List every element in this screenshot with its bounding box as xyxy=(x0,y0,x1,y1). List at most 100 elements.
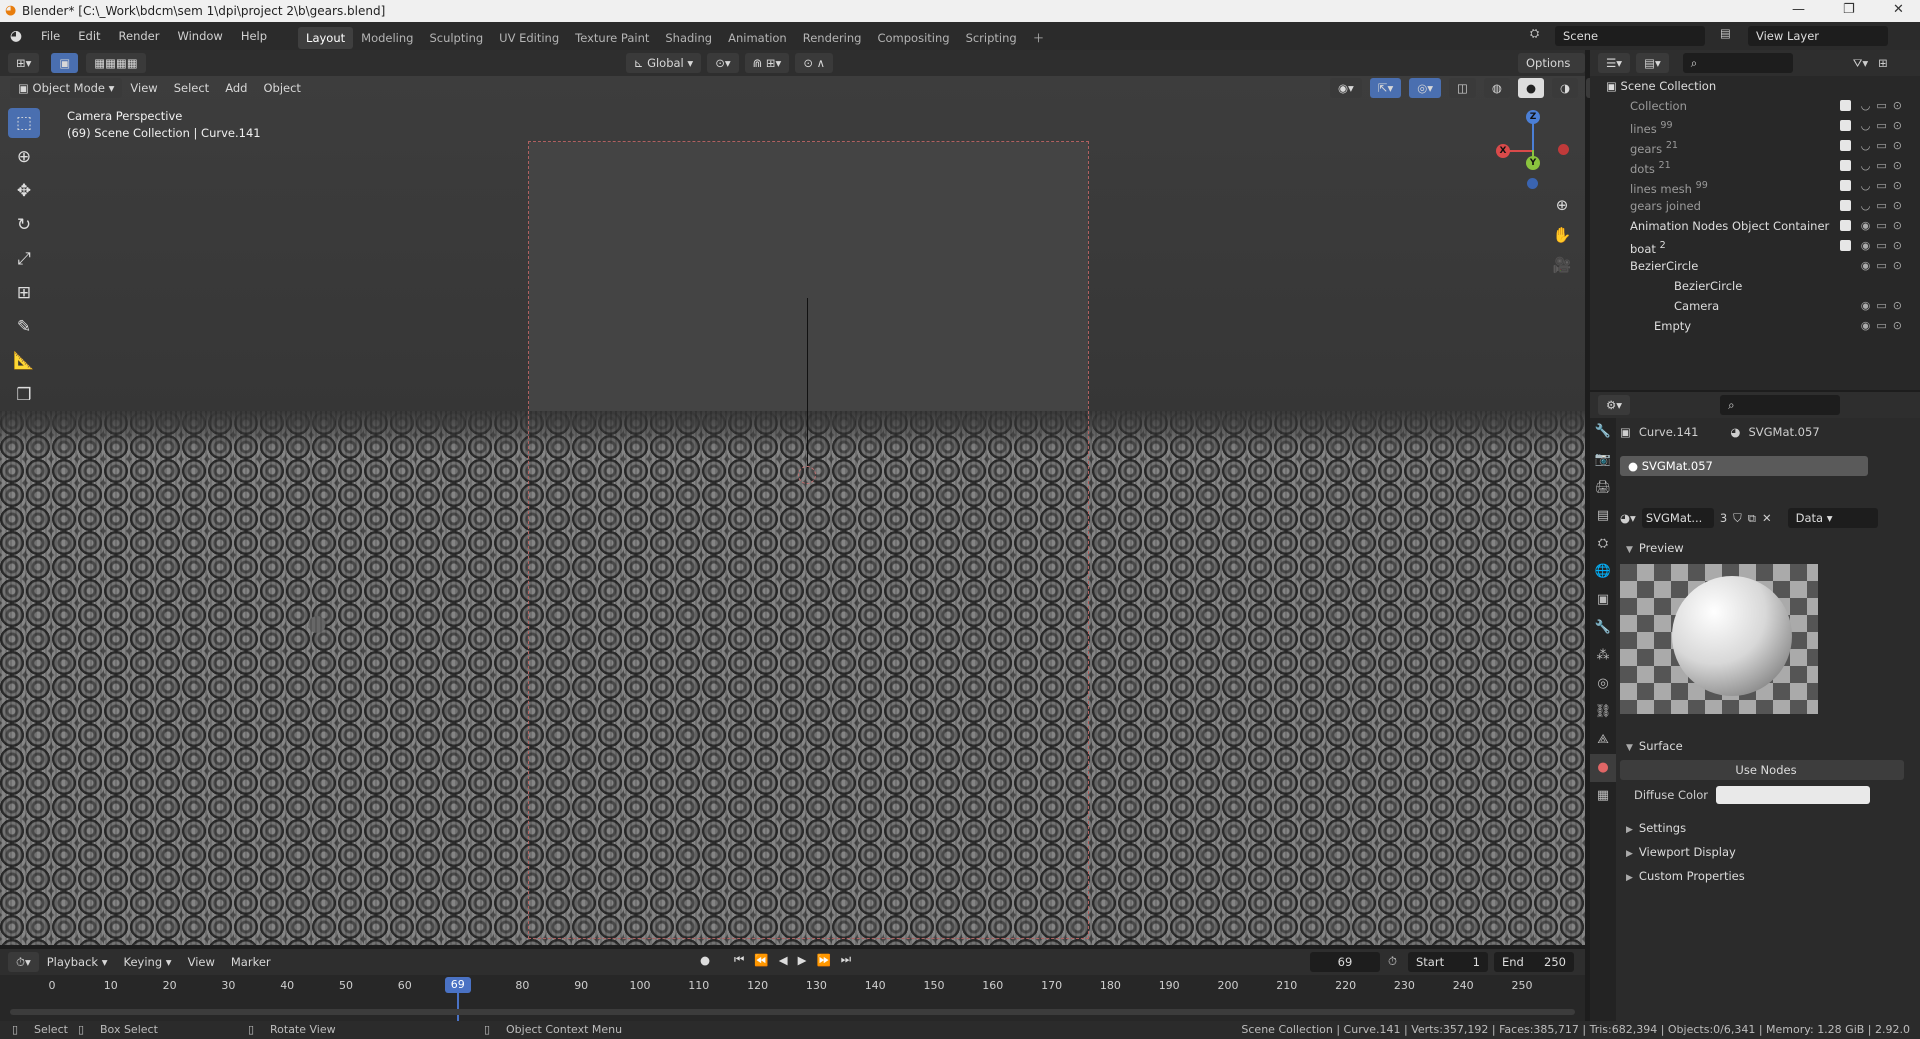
next-keyframe-icon[interactable]: ⏩ xyxy=(816,953,830,967)
outliner-search-input[interactable]: ⌕ xyxy=(1682,53,1793,73)
scene-tab-icon[interactable]: ⛭ xyxy=(1590,530,1616,558)
surface-panel-header[interactable]: ▼ Surface xyxy=(1620,734,1920,758)
display-mode-icon[interactable]: ▤▾ xyxy=(1636,53,1669,73)
tab-modeling[interactable]: Modeling xyxy=(353,27,421,49)
blender-menu-icon[interactable]: ◕ xyxy=(0,28,32,44)
outliner-root[interactable]: ▣ Scene Collection xyxy=(1590,76,1920,96)
visibility-icon[interactable]: ◉▾ xyxy=(1330,78,1362,98)
pivot-icon[interactable]: ⊙▾ xyxy=(707,53,739,73)
visibility-icons[interactable]: ◉▭⊙ xyxy=(1861,216,1908,236)
jump-end-icon[interactable]: ⏭ xyxy=(841,952,851,967)
transform-tool-icon[interactable]: ⊞ xyxy=(8,278,40,308)
preview-range-icon[interactable]: ⏱ xyxy=(1388,954,1397,969)
outliner-item[interactable]: lines mesh 99 ◡▭⊙ xyxy=(1590,176,1920,196)
options-button[interactable]: Options ▾ xyxy=(1518,53,1585,90)
tab-uv-editing[interactable]: UV Editing xyxy=(491,27,567,49)
particles-tab-icon[interactable]: ⁂ xyxy=(1590,642,1616,670)
exclude-checkbox[interactable] xyxy=(1840,180,1851,191)
menu-playback[interactable]: Playback ▾ xyxy=(39,955,116,969)
shading-wireframe-icon[interactable]: ◍ xyxy=(1483,78,1510,98)
view-layer-selector[interactable]: View Layer xyxy=(1748,26,1888,46)
preview-panel-header[interactable]: ▼ Preview xyxy=(1620,536,1920,560)
settings-panel-header[interactable]: ▶ Settings xyxy=(1620,816,1920,840)
menu-view[interactable]: View xyxy=(122,81,165,95)
constraints-tab-icon[interactable]: ⛓ xyxy=(1590,698,1616,726)
y-axis-icon[interactable]: Y xyxy=(1526,156,1540,170)
tab-texture-paint[interactable]: Texture Paint xyxy=(567,27,657,49)
visibility-icons[interactable]: ◡▭⊙ xyxy=(1861,96,1908,116)
tool-tab-icon[interactable]: 🔧 xyxy=(1590,418,1616,446)
visibility-icons[interactable]: ◉▭⊙ xyxy=(1861,296,1908,316)
object-mode-select[interactable]: ▣ Object Mode ▾ xyxy=(10,78,123,98)
cursor-tool-icon[interactable]: ⊕ xyxy=(8,142,40,172)
shading-solid-icon[interactable]: ● xyxy=(1517,78,1545,98)
outliner-item[interactable]: Camera ◉▭⊙ xyxy=(1590,296,1920,316)
outliner-item[interactable]: boat 2 ◉▭⊙ xyxy=(1590,236,1920,256)
use-nodes-button[interactable]: Use Nodes xyxy=(1620,760,1904,780)
render-tab-icon[interactable]: 📷 xyxy=(1590,446,1616,474)
custom-properties-panel-header[interactable]: ▶ Custom Properties xyxy=(1620,864,1920,888)
tab-scripting[interactable]: Scripting xyxy=(958,27,1025,49)
filter-icon[interactable]: ⛛▾ xyxy=(1853,56,1868,71)
visibility-icons[interactable]: ◉▭⊙ xyxy=(1861,256,1908,276)
visibility-icons[interactable]: ◉▭⊙ xyxy=(1861,236,1908,256)
texture-tab-icon[interactable]: ▦ xyxy=(1590,782,1616,810)
shading-material-icon[interactable]: ◑ xyxy=(1552,78,1579,98)
pan-hand-icon[interactable]: ✋ xyxy=(1550,226,1574,250)
properties-search-input[interactable]: ⌕ xyxy=(1720,395,1841,415)
exclude-checkbox[interactable] xyxy=(1840,100,1851,111)
outliner-item[interactable]: gears 21 ◡▭⊙ xyxy=(1590,136,1920,156)
timeline-scrollbar[interactable] xyxy=(10,1009,1575,1015)
play-icon[interactable]: ▶ xyxy=(798,953,807,967)
transform-orientation-select[interactable]: ⊾ Global ▾ xyxy=(625,53,702,73)
material-slot-item[interactable]: ● SVGMat.057 xyxy=(1620,456,1868,476)
camera-view-icon[interactable]: 🎥 xyxy=(1550,256,1574,280)
output-tab-icon[interactable]: 🖨 xyxy=(1590,474,1616,502)
prev-keyframe-icon[interactable]: ⏪ xyxy=(754,953,768,967)
navigation-gizmo[interactable]: Z X Y xyxy=(1492,110,1572,190)
select-mode-icon[interactable]: ▣ xyxy=(51,53,79,73)
outliner-item[interactable]: Collection ◡▭⊙ xyxy=(1590,96,1920,116)
annotate-tool-icon[interactable]: ✎ xyxy=(8,312,40,342)
start-frame-field[interactable]: Start 1 xyxy=(1408,952,1488,972)
world-tab-icon[interactable]: 🌐 xyxy=(1590,558,1616,586)
move-tool-icon[interactable]: ✥ xyxy=(8,176,40,206)
data-tab-icon[interactable]: ⟁ xyxy=(1590,726,1616,754)
outliner-editor-icon[interactable]: ☰▾ xyxy=(1598,53,1631,73)
view-layer-tab-icon[interactable]: ▤ xyxy=(1590,502,1616,530)
diffuse-color-swatch[interactable] xyxy=(1716,786,1870,804)
menu-object[interactable]: Object xyxy=(255,81,308,95)
tab-layout[interactable]: Layout xyxy=(298,26,354,49)
visibility-icons[interactable]: ◡▭⊙ xyxy=(1861,136,1908,156)
outliner-item[interactable]: lines 99 ◡▭⊙ xyxy=(1590,116,1920,136)
zoom-icon[interactable]: ⊕ xyxy=(1550,196,1574,220)
scene-selector[interactable]: Scene xyxy=(1555,26,1705,46)
outliner-item[interactable]: BezierCircle ◉▭⊙ xyxy=(1590,256,1920,276)
current-frame-field[interactable]: 69 xyxy=(1310,952,1380,972)
playhead[interactable] xyxy=(456,993,459,1021)
visibility-icons[interactable]: ◡▭⊙ xyxy=(1861,176,1908,196)
menu-view[interactable]: View xyxy=(180,955,223,969)
record-icon[interactable]: ● xyxy=(700,953,710,967)
proportional-edit-icon[interactable]: ⊙ ∧ xyxy=(795,53,834,73)
menu-marker[interactable]: Marker xyxy=(223,955,279,969)
playhead-frame-badge[interactable]: 69 xyxy=(444,977,471,993)
exclude-checkbox[interactable] xyxy=(1840,120,1851,131)
visibility-icons[interactable]: ◡▭⊙ xyxy=(1861,156,1908,176)
visibility-icons[interactable]: ◡▭⊙ xyxy=(1861,116,1908,136)
select-box-modes-icon[interactable]: ▦▦▦▦ xyxy=(86,53,146,73)
tab-compositing[interactable]: Compositing xyxy=(869,27,957,49)
xray-icon[interactable]: ◫ xyxy=(1449,78,1476,98)
scale-tool-icon[interactable]: ⤢ xyxy=(8,244,40,274)
exclude-checkbox[interactable] xyxy=(1840,160,1851,171)
measure-tool-icon[interactable]: 📐 xyxy=(8,346,40,376)
maximize-icon[interactable]: ❐ xyxy=(1843,2,1855,17)
tab-animation[interactable]: Animation xyxy=(720,27,795,49)
overlay-icon[interactable]: ◎▾ xyxy=(1409,78,1442,98)
neg-z-axis-icon[interactable] xyxy=(1527,178,1538,189)
minimize-icon[interactable]: — xyxy=(1792,2,1805,17)
menu-file[interactable]: File xyxy=(32,22,69,50)
play-reverse-icon[interactable]: ◀ xyxy=(779,953,788,967)
add-workspace-icon[interactable]: ＋ xyxy=(1025,27,1053,49)
neg-x-axis-icon[interactable] xyxy=(1558,144,1569,155)
